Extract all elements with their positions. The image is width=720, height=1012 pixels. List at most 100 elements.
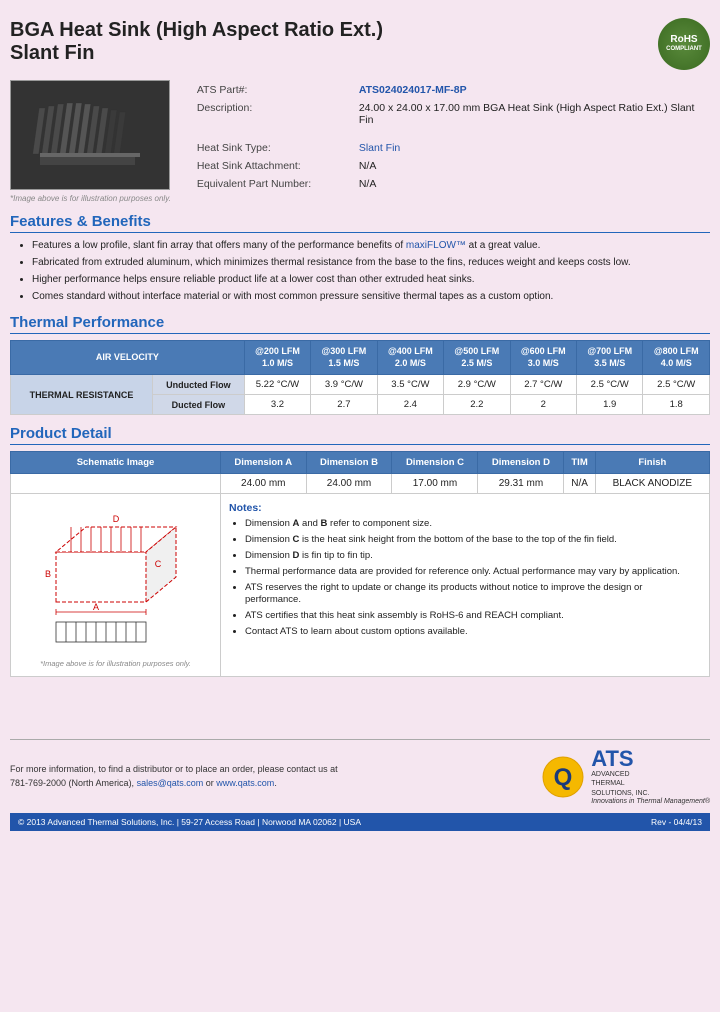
- rohs-badge: RoHS COMPLIANT: [658, 18, 710, 70]
- contact-email[interactable]: sales@qats.com: [137, 778, 204, 788]
- equiv-label: Equivalent Part Number:: [193, 176, 353, 192]
- spec-table: ATS Part#: ATS024024017-MF-8P Descriptio…: [191, 80, 710, 194]
- svg-text:C: C: [154, 559, 161, 569]
- ducted-600: 2: [510, 395, 576, 415]
- feature-item-4: Comes standard without interface materia…: [32, 290, 710, 304]
- page-number: Rev - 04/4/13: [651, 817, 702, 827]
- th-tim: TIM: [564, 452, 595, 474]
- col-500: @500 LFM2.5 M/S: [444, 341, 510, 375]
- th-dim-d: Dimension D: [478, 452, 564, 474]
- th-dim-a: Dimension A: [221, 452, 307, 474]
- unducted-600: 2.7 °C/W: [510, 375, 576, 395]
- finish-val: BLACK ANODIZE: [595, 474, 709, 494]
- th-finish: Finish: [595, 452, 709, 474]
- footer-logo: Q ATS ADVANCED THERMAL SOLUTIONS, INC. I…: [541, 748, 710, 804]
- dim-c-val: 17.00 mm: [392, 474, 478, 494]
- feature-item-2: Fabricated from extruded aluminum, which…: [32, 256, 710, 270]
- thermal-title: Thermal Performance: [10, 314, 710, 334]
- title-block: BGA Heat Sink (High Aspect Ratio Ext.) S…: [10, 18, 383, 65]
- title-line2: Slant Fin: [10, 42, 383, 65]
- note-4: Thermal performance data are provided fo…: [245, 566, 701, 579]
- ats-logo-text: ATS ADVANCED THERMAL SOLUTIONS, INC. Inn…: [591, 748, 710, 804]
- header: BGA Heat Sink (High Aspect Ratio Ext.) S…: [10, 18, 710, 70]
- note-6: ATS certifies that this heat sink assemb…: [245, 610, 701, 623]
- ats-q-logo: Q: [541, 755, 585, 799]
- contact-web[interactable]: www.qats.com: [216, 778, 274, 788]
- unducted-500: 2.9 °C/W: [444, 375, 510, 395]
- svg-text:A: A: [92, 602, 98, 612]
- ducted-400: 2.4: [377, 395, 443, 415]
- ducted-800: 1.8: [643, 395, 710, 415]
- col-300: @300 LFM1.5 M/S: [311, 341, 377, 375]
- dim-d-val: 29.31 mm: [478, 474, 564, 494]
- unducted-700: 2.5 °C/W: [577, 375, 643, 395]
- unducted-label: Unducted Flow: [153, 375, 245, 395]
- contact-line1: For more information, to find a distribu…: [10, 763, 338, 777]
- heatsink-svg: [20, 88, 160, 183]
- th-dim-b: Dimension B: [306, 452, 392, 474]
- notes-title: Notes:: [229, 502, 701, 514]
- th-schematic: Schematic Image: [11, 452, 221, 474]
- thermal-table: AIR VELOCITY @200 LFM1.0 M/S @300 LFM1.5…: [10, 340, 710, 415]
- features-list: Features a low profile, slant fin array …: [10, 239, 710, 304]
- part-label: ATS Part#:: [193, 82, 353, 98]
- title-line1: BGA Heat Sink (High Aspect Ratio Ext.): [10, 18, 383, 42]
- col-400: @400 LFM2.0 M/S: [377, 341, 443, 375]
- feature-item-3: Higher performance helps ensure reliable…: [32, 273, 710, 287]
- schematic-image-cell: A B C D: [11, 494, 221, 677]
- product-detail-table: Schematic Image Dimension A Dimension B …: [10, 451, 710, 677]
- svg-text:D: D: [112, 514, 119, 524]
- product-specs: ATS Part#: ATS024024017-MF-8P Descriptio…: [191, 80, 710, 203]
- attachment-label: Heat Sink Attachment:: [193, 158, 353, 174]
- copyright-bar: © 2013 Advanced Thermal Solutions, Inc. …: [10, 813, 710, 831]
- svg-text:Q: Q: [554, 764, 573, 791]
- unducted-200: 5.22 °C/W: [244, 375, 310, 395]
- schematic-svg: A B C D: [26, 502, 206, 652]
- dim-values-blank: [11, 474, 221, 494]
- col-800: @800 LFM4.0 M/S: [643, 341, 710, 375]
- ducted-label: Ducted Flow: [153, 395, 245, 415]
- note-1: Dimension A and B refer to component siz…: [245, 518, 701, 531]
- unducted-800: 2.5 °C/W: [643, 375, 710, 395]
- th-dim-c: Dimension C: [392, 452, 478, 474]
- tim-val: N/A: [564, 474, 595, 494]
- note-3: Dimension D is fin tip to fin tip.: [245, 550, 701, 563]
- unducted-300: 3.9 °C/W: [311, 375, 377, 395]
- ducted-300: 2.7: [311, 395, 377, 415]
- thermal-resistance-label: THERMAL RESISTANCE: [11, 375, 153, 415]
- type-value: Slant Fin: [355, 140, 708, 156]
- note-7: Contact ATS to learn about custom option…: [245, 626, 701, 639]
- product-image: [10, 80, 170, 190]
- svg-text:B: B: [44, 569, 50, 579]
- part-number: ATS024024017-MF-8P: [355, 82, 708, 98]
- notes-cell: Notes: Dimension A and B refer to compon…: [221, 494, 710, 677]
- image-note: *Image above is for illustration purpose…: [10, 194, 171, 203]
- equiv-value: N/A: [355, 176, 708, 192]
- ducted-200: 3.2: [244, 395, 310, 415]
- footer-contact: For more information, to find a distribu…: [10, 763, 338, 790]
- unducted-400: 3.5 °C/W: [377, 375, 443, 395]
- feature-item-1: Features a low profile, slant fin array …: [32, 239, 710, 253]
- description-label: Description:: [193, 100, 353, 128]
- contact-line2: 781-769-2000 (North America), sales@qats…: [10, 777, 338, 791]
- type-label: Heat Sink Type:: [193, 140, 353, 156]
- note-5: ATS reserves the right to update or chan…: [245, 582, 701, 608]
- dim-a-val: 24.00 mm: [221, 474, 307, 494]
- dim-b-val: 24.00 mm: [306, 474, 392, 494]
- ats-letters: ATS: [591, 748, 710, 770]
- footer-content: For more information, to find a distribu…: [10, 748, 710, 804]
- features-title: Features & Benefits: [10, 213, 710, 233]
- notes-list: Dimension A and B refer to component siz…: [229, 518, 701, 639]
- ats-tagline: Innovations in Thermal Management®: [591, 798, 710, 805]
- product-info-row: *Image above is for illustration purpose…: [10, 80, 710, 203]
- attachment-value: N/A: [355, 158, 708, 174]
- note-2: Dimension C is the heat sink height from…: [245, 534, 701, 547]
- air-velocity-header: AIR VELOCITY: [11, 341, 245, 375]
- footer-divider: [10, 739, 710, 740]
- maxiflow-link: maxiFLOW™: [406, 240, 466, 251]
- col-200: @200 LFM1.0 M/S: [244, 341, 310, 375]
- col-700: @700 LFM3.5 M/S: [577, 341, 643, 375]
- ducted-700: 1.9: [577, 395, 643, 415]
- product-detail-title: Product Detail: [10, 425, 710, 445]
- col-600: @600 LFM3.0 M/S: [510, 341, 576, 375]
